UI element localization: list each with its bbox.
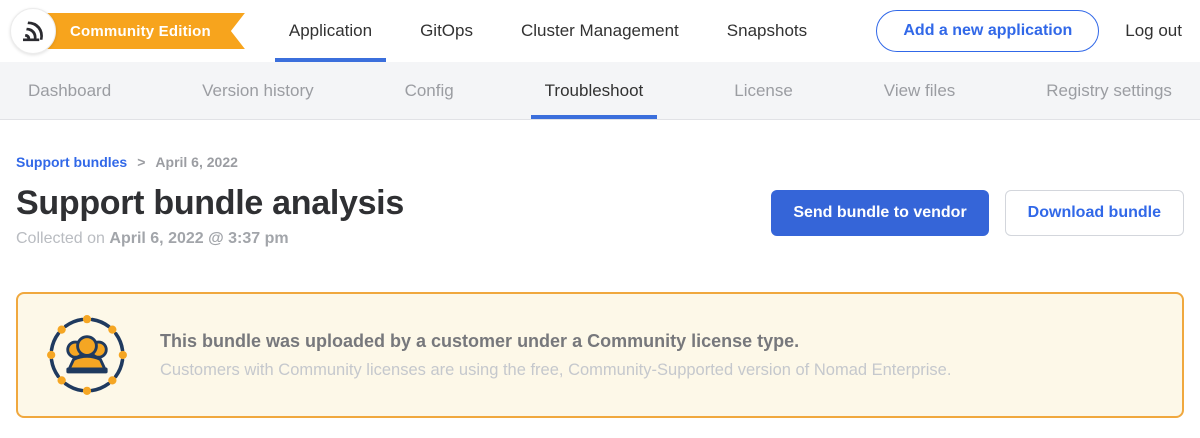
subnav-license-label: License: [734, 81, 793, 101]
page-header-row: Support bundle analysis Collected on Apr…: [16, 184, 1184, 248]
subnav-view-files-label: View files: [884, 81, 956, 101]
tab-gitops[interactable]: GitOps: [418, 0, 475, 62]
primary-tabs: Application GitOps Cluster Management Sn…: [287, 0, 809, 62]
tab-gitops-label: GitOps: [420, 21, 473, 41]
tab-snapshots[interactable]: Snapshots: [725, 0, 809, 62]
breadcrumb-current: April 6, 2022: [155, 154, 238, 170]
subnav-item-config[interactable]: Config: [399, 62, 460, 119]
subnav-item-license[interactable]: License: [728, 62, 799, 119]
replicated-logo-icon[interactable]: [10, 8, 56, 54]
subnav-item-registry-settings[interactable]: Registry settings: [1040, 62, 1178, 119]
page-title: Support bundle analysis: [16, 184, 404, 223]
active-subnav-underline: [531, 115, 658, 119]
community-license-notice: This bundle was uploaded by a customer u…: [16, 292, 1184, 418]
notice-text: This bundle was uploaded by a customer u…: [160, 331, 951, 380]
community-edition-badge: Community Edition: [38, 13, 245, 49]
community-people-icon: [44, 312, 130, 398]
download-bundle-button[interactable]: Download bundle: [1005, 190, 1184, 236]
subnav-troubleshoot-label: Troubleshoot: [545, 81, 644, 101]
subnav-item-dashboard[interactable]: Dashboard: [22, 62, 117, 119]
brand: Community Edition: [10, 8, 245, 54]
tab-application[interactable]: Application: [287, 0, 374, 62]
notice-heading: This bundle was uploaded by a customer u…: [160, 331, 951, 352]
page-header-text: Support bundle analysis Collected on Apr…: [16, 184, 404, 248]
collected-on-text: Collected on April 6, 2022 @ 3:37 pm: [16, 230, 404, 248]
logout-link[interactable]: Log out: [1125, 21, 1182, 41]
bundle-actions: Send bundle to vendor Download bundle: [771, 190, 1184, 236]
subnav-registry-settings-label: Registry settings: [1046, 81, 1172, 101]
collected-date: April 6, 2022 @ 3:37 pm: [109, 230, 288, 247]
collected-prefix: Collected on: [16, 230, 109, 247]
add-new-application-button[interactable]: Add a new application: [876, 10, 1099, 52]
send-bundle-to-vendor-button[interactable]: Send bundle to vendor: [771, 190, 988, 236]
breadcrumb-separator: >: [137, 154, 145, 170]
subnav-item-version-history[interactable]: Version history: [196, 62, 320, 119]
tab-cluster-management-label: Cluster Management: [521, 21, 679, 41]
breadcrumb-support-bundles-link[interactable]: Support bundles: [16, 154, 127, 170]
subnav-dashboard-label: Dashboard: [28, 81, 111, 101]
tab-snapshots-label: Snapshots: [727, 21, 807, 41]
top-navbar: Community Edition Application GitOps Clu…: [0, 0, 1200, 62]
breadcrumb: Support bundles > April 6, 2022: [16, 154, 1184, 170]
replicated-logo-glyph: [18, 16, 48, 46]
subnav-version-history-label: Version history: [202, 81, 314, 101]
subnav-item-troubleshoot[interactable]: Troubleshoot: [539, 62, 650, 119]
top-right-actions: Add a new application Log out: [876, 10, 1182, 52]
app-subnav: Dashboard Version history Config Trouble…: [0, 62, 1200, 120]
main-content: Support bundles > April 6, 2022 Support …: [0, 154, 1200, 418]
subnav-item-view-files[interactable]: View files: [878, 62, 962, 119]
tab-application-label: Application: [289, 21, 372, 41]
tab-cluster-management[interactable]: Cluster Management: [519, 0, 681, 62]
subnav-config-label: Config: [405, 81, 454, 101]
notice-body: Customers with Community licenses are us…: [160, 361, 951, 380]
